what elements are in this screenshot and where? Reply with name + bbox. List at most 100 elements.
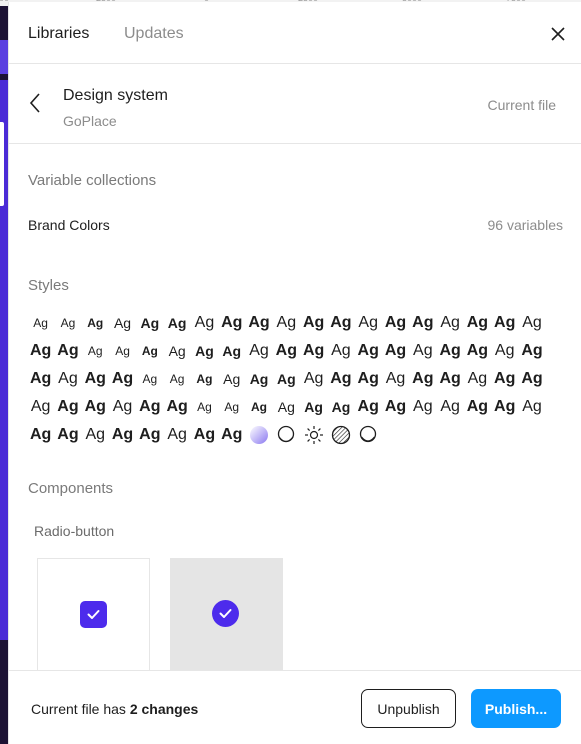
- text-style-swatch[interactable]: Ag: [191, 401, 218, 413]
- text-style-swatch[interactable]: Ag: [382, 371, 409, 387]
- text-style-swatch[interactable]: Ag: [163, 344, 190, 358]
- text-style-swatch[interactable]: Ag: [109, 316, 136, 330]
- text-style-swatch[interactable]: Ag: [491, 315, 518, 331]
- tab-libraries[interactable]: Libraries: [28, 25, 89, 43]
- text-style-swatch[interactable]: Ag: [82, 317, 109, 329]
- text-style-swatch[interactable]: Ag: [109, 371, 136, 387]
- chevron-left-icon[interactable]: [27, 92, 43, 114]
- text-style-swatch[interactable]: Ag: [27, 427, 54, 443]
- text-style-swatch[interactable]: Ag: [436, 371, 463, 387]
- publish-button[interactable]: Publish...: [471, 689, 561, 728]
- text-style-swatch[interactable]: Ag: [464, 371, 491, 387]
- text-style-swatch[interactable]: Ag: [491, 399, 518, 415]
- text-style-swatch[interactable]: Ag: [273, 400, 300, 414]
- text-style-swatch[interactable]: Ag: [327, 371, 354, 387]
- text-style-swatch[interactable]: Ag: [163, 316, 190, 330]
- text-style-swatch[interactable]: Ag: [300, 315, 327, 331]
- text-style-swatch[interactable]: Ag: [273, 372, 300, 386]
- text-style-swatch[interactable]: Ag: [409, 343, 436, 359]
- text-style-swatch[interactable]: Ag: [273, 315, 300, 331]
- text-style-swatch[interactable]: Ag: [464, 343, 491, 359]
- text-style-swatch[interactable]: Ag: [409, 371, 436, 387]
- text-style-swatch[interactable]: Ag: [355, 399, 382, 415]
- noise-texture-icon[interactable]: [327, 423, 354, 447]
- text-style-swatch[interactable]: Ag: [191, 344, 218, 358]
- text-style-swatch[interactable]: Ag: [136, 316, 163, 330]
- text-style-swatch[interactable]: Ag: [136, 373, 163, 385]
- text-style-swatch[interactable]: Ag: [409, 315, 436, 331]
- text-style-swatch[interactable]: Ag: [54, 317, 81, 329]
- text-style-swatch[interactable]: Ag: [54, 399, 81, 415]
- text-style-swatch[interactable]: Ag: [218, 427, 245, 443]
- tab-updates[interactable]: Updates: [124, 25, 184, 43]
- text-style-swatch[interactable]: Ag: [136, 427, 163, 443]
- text-style-swatch[interactable]: Ag: [355, 343, 382, 359]
- text-style-swatch[interactable]: Ag: [300, 343, 327, 359]
- text-style-swatch[interactable]: Ag: [327, 343, 354, 359]
- close-icon[interactable]: [549, 25, 567, 43]
- text-style-swatch[interactable]: Ag: [136, 399, 163, 415]
- unpublish-button[interactable]: Unpublish: [361, 689, 456, 728]
- text-style-swatch[interactable]: Ag: [327, 400, 354, 414]
- text-style-swatch[interactable]: Ag: [300, 371, 327, 387]
- text-style-swatch[interactable]: Ag: [245, 401, 272, 413]
- text-style-swatch[interactable]: Ag: [27, 371, 54, 387]
- text-style-swatch[interactable]: Ag: [191, 315, 218, 331]
- text-style-swatch[interactable]: Ag: [436, 399, 463, 415]
- text-style-swatch[interactable]: Ag: [464, 315, 491, 331]
- text-style-swatch[interactable]: Ag: [245, 372, 272, 386]
- text-style-swatch[interactable]: Ag: [464, 399, 491, 415]
- text-style-swatch[interactable]: Ag: [54, 371, 81, 387]
- glow-sun-icon[interactable]: [300, 423, 327, 447]
- text-style-swatch[interactable]: Ag: [218, 401, 245, 413]
- text-style-swatch[interactable]: Ag: [163, 399, 190, 415]
- text-style-swatch[interactable]: Ag: [163, 427, 190, 443]
- text-style-swatch[interactable]: Ag: [518, 371, 545, 387]
- text-style-swatch[interactable]: Ag: [300, 400, 327, 414]
- text-style-swatch[interactable]: Ag: [109, 345, 136, 357]
- text-style-swatch[interactable]: Ag: [327, 315, 354, 331]
- component-card-checkbox[interactable]: [37, 558, 150, 672]
- canvas-background: [0, 0, 8, 744]
- component-card-radio[interactable]: [170, 558, 283, 672]
- text-style-swatch[interactable]: Ag: [82, 427, 109, 443]
- gradient-circle-icon[interactable]: [245, 423, 272, 447]
- text-style-swatch[interactable]: Ag: [218, 344, 245, 358]
- text-style-swatch[interactable]: Ag: [82, 399, 109, 415]
- text-style-swatch[interactable]: Ag: [136, 345, 163, 357]
- text-style-swatch[interactable]: Ag: [27, 343, 54, 359]
- text-style-swatch[interactable]: Ag: [436, 315, 463, 331]
- text-style-swatch[interactable]: Ag: [82, 345, 109, 357]
- text-style-swatch[interactable]: Ag: [382, 399, 409, 415]
- text-style-swatch[interactable]: Ag: [491, 343, 518, 359]
- text-style-swatch[interactable]: Ag: [245, 343, 272, 359]
- text-style-swatch[interactable]: Ag: [191, 427, 218, 443]
- text-style-swatch[interactable]: Ag: [518, 315, 545, 331]
- inner-shadow-icon[interactable]: [355, 423, 382, 447]
- text-style-swatch[interactable]: Ag: [273, 343, 300, 359]
- text-style-swatch[interactable]: Ag: [245, 315, 272, 331]
- text-style-swatch[interactable]: Ag: [382, 343, 409, 359]
- text-style-swatch[interactable]: Ag: [191, 373, 218, 385]
- text-style-swatch[interactable]: Ag: [163, 373, 190, 385]
- drop-shadow-icon[interactable]: [273, 423, 300, 447]
- text-style-swatch[interactable]: Ag: [82, 371, 109, 387]
- text-style-swatch[interactable]: Ag: [355, 315, 382, 331]
- text-style-swatch[interactable]: Ag: [491, 371, 518, 387]
- text-style-swatch[interactable]: Ag: [27, 399, 54, 415]
- text-style-swatch[interactable]: Ag: [218, 372, 245, 386]
- text-style-swatch[interactable]: Ag: [109, 427, 136, 443]
- text-style-swatch[interactable]: Ag: [355, 371, 382, 387]
- text-style-swatch[interactable]: Ag: [436, 343, 463, 359]
- text-style-swatch[interactable]: Ag: [54, 427, 81, 443]
- variable-collection-name[interactable]: Brand Colors: [28, 217, 110, 233]
- library-name: Design system: [63, 87, 168, 104]
- text-style-swatch[interactable]: Ag: [382, 315, 409, 331]
- text-style-swatch[interactable]: Ag: [218, 315, 245, 331]
- text-style-swatch[interactable]: Ag: [54, 343, 81, 359]
- text-style-swatch[interactable]: Ag: [27, 317, 54, 329]
- text-style-swatch[interactable]: Ag: [109, 399, 136, 415]
- text-style-swatch[interactable]: Ag: [518, 399, 545, 415]
- text-style-swatch[interactable]: Ag: [518, 343, 545, 359]
- text-style-swatch[interactable]: Ag: [409, 399, 436, 415]
